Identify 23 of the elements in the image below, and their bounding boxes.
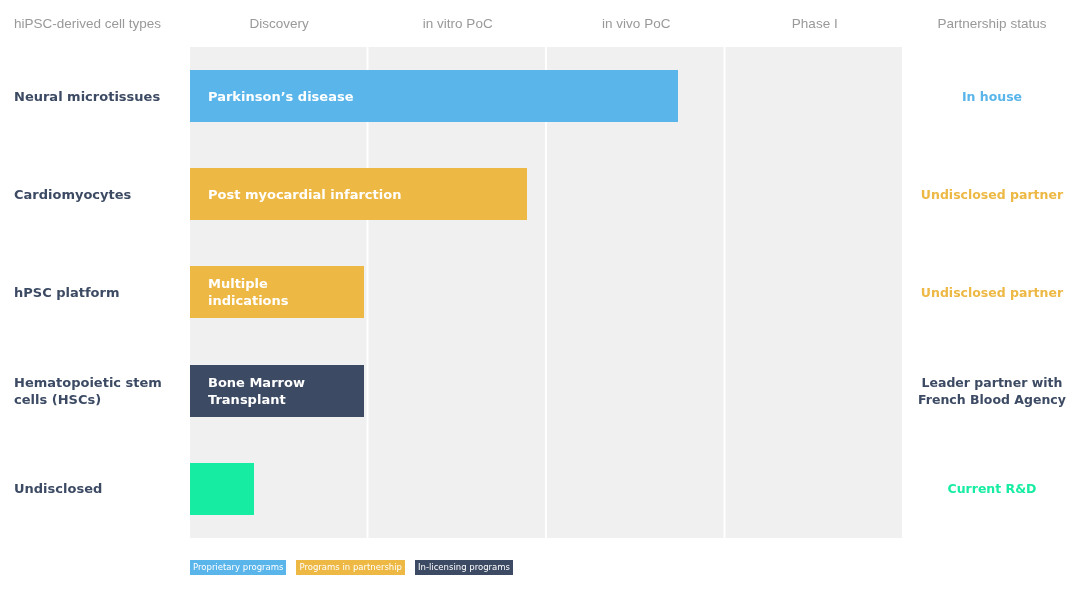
- cell-type-label: Undisclosed: [13, 480, 104, 498]
- cell-type-label: Cardiomyocytes: [13, 185, 133, 203]
- cell-type-label: Hematopoietic stem cells (HSCs): [13, 373, 163, 408]
- stage-header: in vivo PoC: [601, 16, 672, 31]
- partnership-status: Undisclosed partner: [919, 185, 1065, 203]
- stage-header: in vitro PoC: [421, 16, 494, 31]
- legend-item: In-licensing programs: [415, 559, 513, 575]
- legend-item: Programs in partnership: [296, 559, 405, 575]
- stage-header: Discovery: [248, 16, 310, 31]
- program-bar: Multiple indications: [190, 266, 365, 319]
- partnership-status: In house: [960, 87, 1024, 105]
- cell-type-label: hPSC platform: [13, 283, 121, 301]
- partnership-status: Undisclosed partner: [919, 283, 1065, 301]
- partnership-status: Leader partner with French Blood Agency: [917, 373, 1067, 408]
- column-header: hiPSC-derived cell types: [13, 16, 163, 31]
- column-header: Partnership status: [936, 16, 1048, 31]
- program-bar: Post myocardial infarction: [190, 168, 527, 221]
- legend-item: Proprietary programs: [190, 559, 287, 575]
- cell-type-label: Neural microtissues: [13, 87, 162, 105]
- program-bar: Bone Marrow Transplant: [190, 364, 365, 417]
- partnership-status: Current R&D: [946, 480, 1038, 498]
- stage-header: Phase I: [790, 16, 839, 31]
- program-bar: Parkinson’s disease: [190, 70, 679, 123]
